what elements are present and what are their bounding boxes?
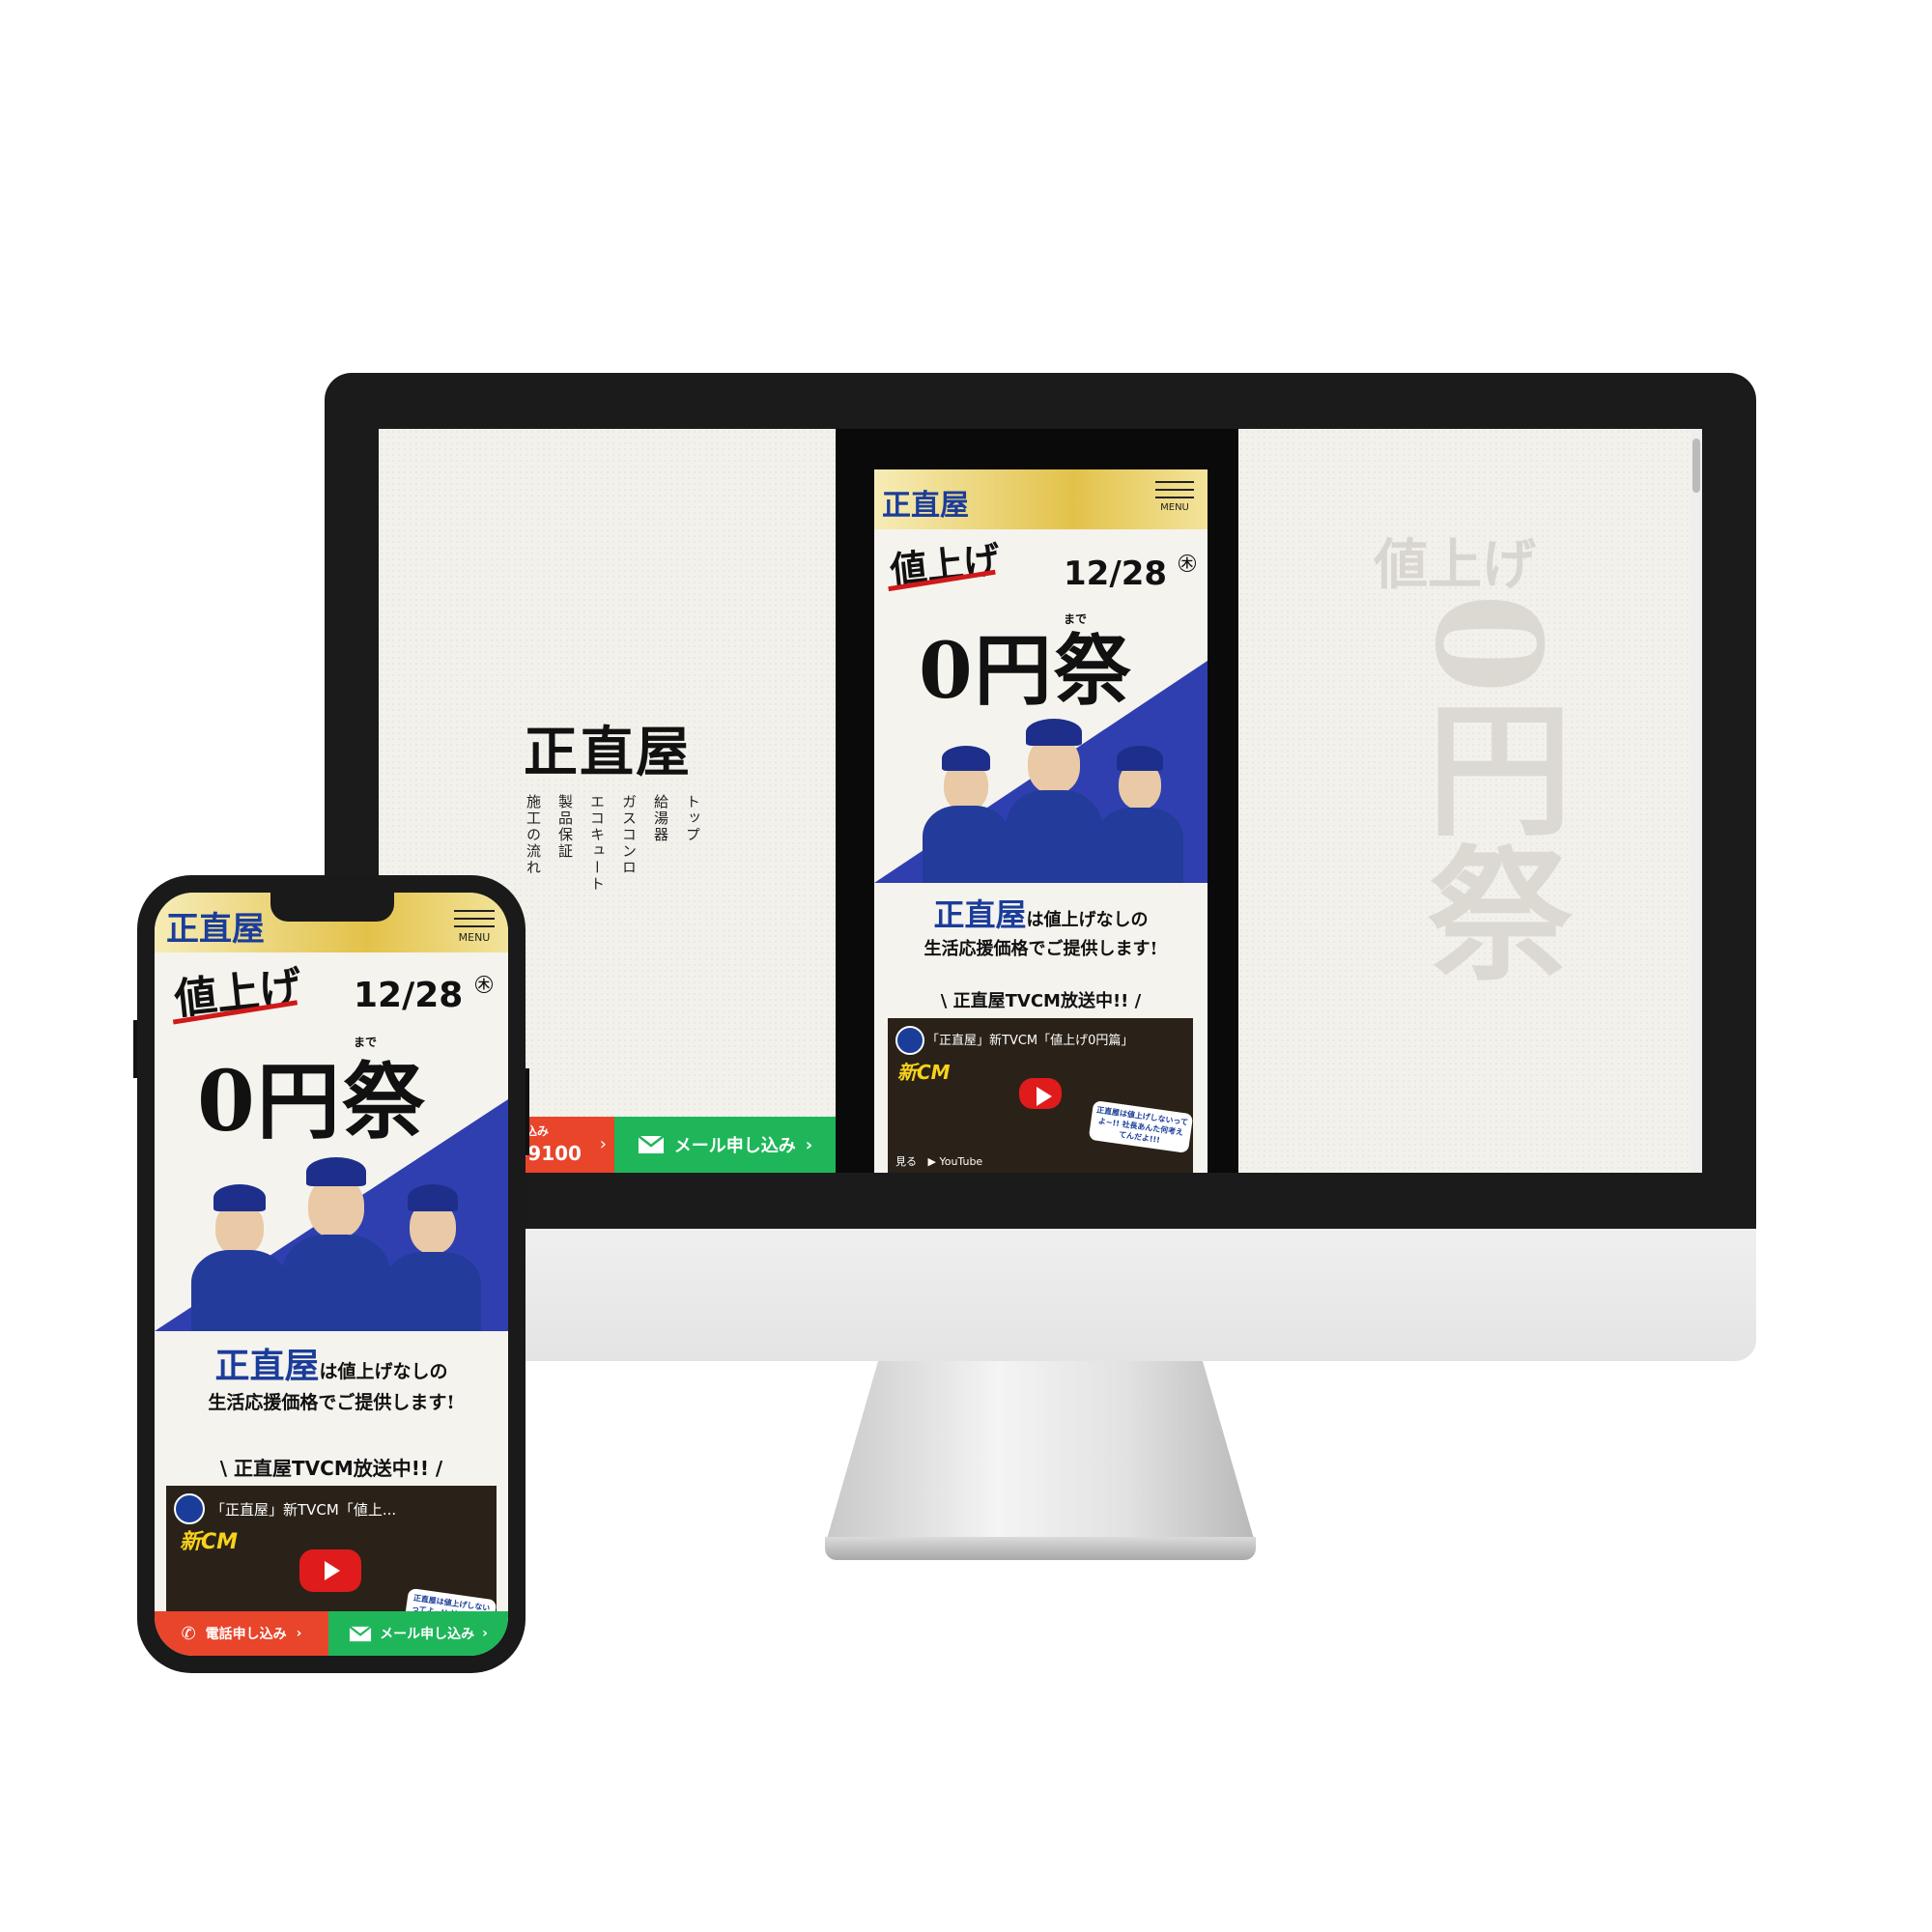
video-title: 「正直屋」新TVCM「値上...	[211, 1501, 397, 1519]
chevron-right-icon: ›	[599, 1134, 607, 1154]
speech-balloon: 正直屋は値上げしないってよ~!! 社長あんた何考えてんだよ!!!	[1088, 1099, 1193, 1154]
mail-icon	[349, 1625, 372, 1641]
site-header: 正直屋 MENU	[874, 469, 1208, 529]
tagline: 正直屋は値上げなしの 生活応援価格でご提供します!	[208, 1346, 455, 1413]
header-logo[interactable]: 正直屋	[166, 902, 265, 950]
smartphone: 正直屋 MENU 値上げ 12/28 木 まで 0円祭 正直屋は値上げなしの 生…	[133, 875, 529, 1673]
staff-photo	[191, 1148, 481, 1331]
zero-yen-festival-title: 0円祭	[197, 1053, 427, 1151]
staff-member	[923, 738, 1009, 883]
header-logo[interactable]: 正直屋	[882, 481, 969, 524]
desktop-monitor: 正直屋 トップ 給湯器 ガスコンロ エコキュート 製品保証 施工の流れ 込み -…	[325, 373, 1756, 1560]
vertical-nav: トップ 給湯器 ガスコンロ エコキュート 製品保証 施工の流れ	[524, 794, 703, 893]
channel-avatar	[174, 1493, 205, 1524]
monitor-screen: 正直屋 トップ 給湯器 ガスコンロ エコキュート 製品保証 施工の流れ 込み -…	[379, 429, 1702, 1173]
volume-button	[133, 1020, 137, 1078]
nav-item-water-heater[interactable]: 給湯器	[651, 794, 671, 893]
staff-member	[1006, 709, 1102, 883]
youtube-icon: ▶	[927, 1155, 936, 1168]
background-festival-art: 0円祭	[1403, 593, 1573, 984]
staff-member	[1096, 738, 1183, 883]
mobile-cta-bar: ✆ 電話申し込み › メール申し込み ›	[155, 1611, 508, 1656]
background-price-up-art: 値上げ	[1374, 533, 1536, 597]
new-cm-label: 新CM	[897, 1061, 951, 1084]
nav-item-gas-stove[interactable]: ガスコンロ	[619, 794, 639, 893]
mail-apply-button[interactable]: メール申し込み ›	[614, 1117, 836, 1173]
chevron-right-icon: ›	[805, 1134, 813, 1155]
menu-button[interactable]: MENU	[1153, 481, 1196, 513]
mobile-page: 正直屋 MENU 値上げ 12/28 木 まで 0円祭 正直屋は値上げなしの 生…	[155, 893, 508, 1656]
phone-notch	[270, 893, 394, 922]
youtube-video-embed[interactable]: 「正直屋」新TVCM「値上... 新CM 正直屋は値上げしないってよ~!! 社長…	[166, 1486, 497, 1627]
power-button	[526, 1068, 529, 1155]
staff-member	[384, 1177, 481, 1331]
scrollbar-thumb[interactable]	[1692, 439, 1700, 493]
menu-button[interactable]: MENU	[452, 910, 497, 944]
chevron-right-icon: ›	[482, 1626, 488, 1641]
tvcm-heading: \ 正直屋TVCM放送中!! /	[219, 1457, 443, 1480]
monitor-bezel: 正直屋 トップ 給湯器 ガスコンロ エコキュート 製品保証 施工の流れ 込み -…	[325, 373, 1756, 1229]
channel-avatar	[895, 1026, 924, 1055]
nav-item-install-flow[interactable]: 施工の流れ	[524, 794, 544, 893]
mail-icon	[638, 1135, 665, 1153]
tvcm-heading: \ 正直屋TVCM放送中!! /	[940, 991, 1142, 1011]
monitor-chin	[325, 1229, 1756, 1361]
mail-apply-button[interactable]: メール申し込み ›	[328, 1611, 508, 1656]
staff-photo	[923, 709, 1183, 883]
center-page-column: 正直屋 MENU 値上げ 12/28 木 まで 0円祭 正直屋は値上げなしの 生…	[836, 429, 1238, 1173]
staff-member	[191, 1177, 288, 1331]
nav-item-warranty[interactable]: 製品保証	[555, 794, 576, 893]
video-title: 「正直屋」新TVCM「値上げ0円篇」	[926, 1034, 1134, 1048]
hamburger-icon	[454, 910, 495, 927]
monitor-stand-foot	[825, 1537, 1256, 1560]
play-icon[interactable]	[299, 1549, 361, 1592]
scrollbar[interactable]	[1690, 429, 1702, 1173]
price-up-text: 値上げ	[887, 529, 1002, 594]
phone-screen: 正直屋 MENU 値上げ 12/28 木 まで 0円祭 正直屋は値上げなしの 生…	[155, 893, 508, 1656]
hero-banner: 値上げ 12/28 木 まで 0円祭	[874, 529, 1208, 883]
phone-icon: ✆	[181, 1623, 196, 1644]
staff-member	[282, 1148, 390, 1331]
chevron-right-icon: ›	[296, 1626, 302, 1641]
monitor-stand	[827, 1361, 1254, 1539]
center-page: 正直屋 MENU 値上げ 12/28 木 まで 0円祭 正直屋は値上げなしの 生…	[874, 469, 1208, 1173]
tel-apply-button[interactable]: ✆ 電話申し込み ›	[155, 1611, 328, 1656]
hamburger-icon	[1155, 481, 1194, 498]
play-icon[interactable]	[1019, 1078, 1062, 1109]
new-cm-label: 新CM	[180, 1530, 239, 1554]
nav-item-ecocute[interactable]: エコキュート	[587, 794, 608, 893]
hero-banner: 値上げ 12/28 木 まで 0円祭	[155, 952, 508, 1331]
tagline: 正直屋は値上げなしの 生活応援価格でご提供します!	[923, 896, 1158, 959]
brand-logo[interactable]: 正直屋	[524, 709, 692, 787]
right-side-panel: 値上げ 0円祭	[1238, 429, 1702, 1173]
price-up-text: 値上げ	[171, 952, 304, 1027]
watch-on-youtube[interactable]: 見る ▶ YouTube	[895, 1153, 982, 1169]
youtube-video-embed[interactable]: 「正直屋」新TVCM「値上げ0円篇」 新CM 正直屋は値上げしないってよ~!! …	[888, 1018, 1193, 1173]
zero-yen-festival-title: 0円祭	[919, 625, 1133, 716]
nav-item-top[interactable]: トップ	[683, 794, 703, 893]
